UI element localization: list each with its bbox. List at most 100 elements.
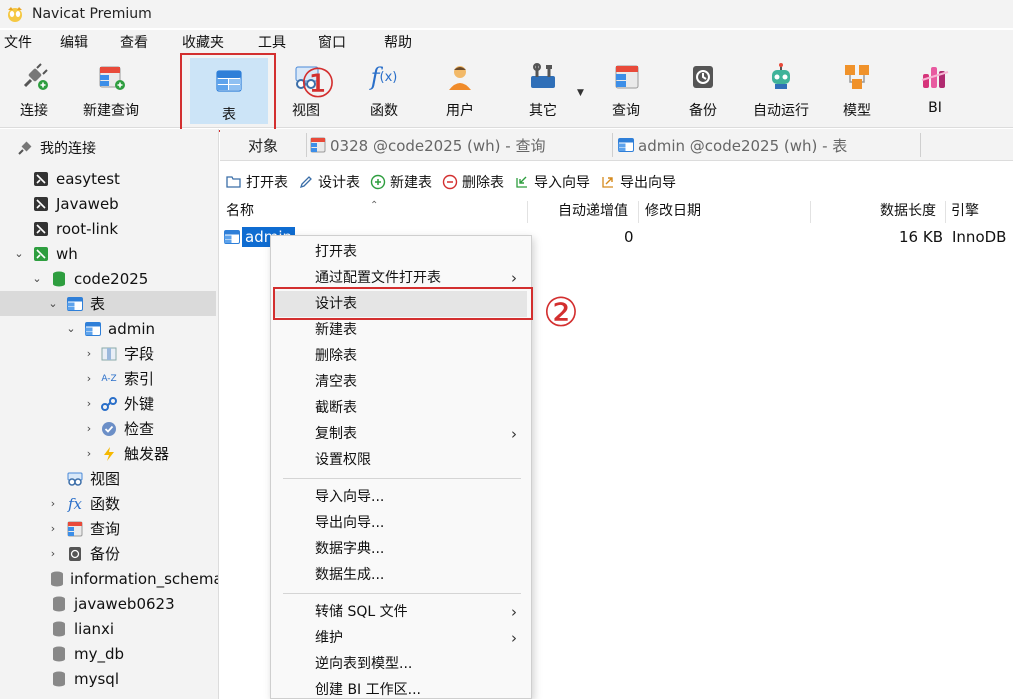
tab-admin-table[interactable]: admin @code2025 (wh) - 表 (618, 129, 847, 161)
tree-item-foreign-keys[interactable]: › 外键 (0, 391, 216, 416)
toolbar-model-button[interactable]: 模型 (840, 60, 874, 122)
tree-item-lianxi[interactable]: lianxi (0, 616, 216, 641)
app-title: Navicat Premium (32, 6, 152, 22)
tree-item-easytest[interactable]: easytest (0, 166, 216, 191)
other-dropdown-caret-icon[interactable]: ▼ (577, 88, 584, 98)
column-divider (527, 201, 528, 223)
tree-item-fields[interactable]: › 字段 (0, 341, 216, 366)
toolbar-backup-button[interactable]: 备份 (686, 60, 720, 122)
tree-item-checks[interactable]: › 检查 (0, 416, 216, 441)
toolbar-function-label: 函数 (370, 103, 398, 119)
menu-open-table[interactable]: 打开表 (275, 239, 527, 265)
tree-item-indexes[interactable]: › A-Z 索引 (0, 366, 216, 391)
plus-circle-icon (370, 174, 386, 190)
column-header-name[interactable]: 名称 (226, 199, 254, 224)
toolbar-autorun-button[interactable]: 自动运行 (750, 60, 812, 122)
menu-data-generation[interactable]: 数据生成... (275, 562, 527, 588)
menu-empty-table[interactable]: 清空表 (275, 369, 527, 395)
menu-duplicate-table[interactable]: 复制表 › (275, 421, 527, 447)
tab-query-0328[interactable]: 0328 @code2025 (wh) - 查询 (310, 129, 546, 161)
tree-header-my-connections[interactable]: 我的连接 (0, 135, 216, 160)
chevron-right-icon[interactable]: › (82, 422, 96, 435)
chevron-down-icon[interactable]: ⌄ (12, 247, 26, 260)
chevron-right-icon[interactable]: › (82, 372, 96, 385)
toolbar-bi-button[interactable]: BI (918, 60, 952, 122)
delete-table-button[interactable]: 删除表 (442, 172, 504, 192)
menu-new-table[interactable]: 新建表 (275, 317, 527, 343)
tree-item-wh[interactable]: ⌄ wh (0, 241, 216, 266)
chevron-right-icon[interactable]: › (82, 397, 96, 410)
tree-item-queries[interactable]: › 查询 (0, 516, 216, 541)
toolbar-connect-label: 连接 (20, 103, 48, 119)
menu-dump-sql-file[interactable]: 转储 SQL 文件 › (275, 599, 527, 625)
tree-item-admin[interactable]: ⌄ admin (0, 316, 216, 341)
open-table-label: 打开表 (246, 175, 288, 191)
database-icon (50, 570, 64, 588)
menu-view[interactable]: 查看 (118, 32, 164, 52)
open-table-button[interactable]: 打开表 (226, 172, 288, 192)
tree-item-backups[interactable]: › 备份 (0, 541, 216, 566)
chevron-right-icon[interactable]: › (82, 347, 96, 360)
column-header-modified-date[interactable]: 修改日期 (645, 199, 701, 224)
import-wizard-button[interactable]: 导入向导 (514, 172, 590, 192)
toolbar-user-button[interactable]: 用户 (443, 60, 477, 122)
toolbar-user-label: 用户 (446, 103, 474, 119)
tree-item-label: javaweb0623 (74, 594, 175, 613)
chevron-down-icon[interactable]: ⌄ (46, 297, 60, 310)
chevron-right-icon[interactable]: › (46, 547, 60, 560)
menu-item-label: 设置权限 (315, 452, 371, 468)
design-table-button[interactable]: 设计表 (298, 172, 360, 192)
query-icon (66, 520, 84, 538)
export-wizard-label: 导出向导 (620, 175, 676, 191)
menu-create-bi-workspace[interactable]: 创建 BI 工作区... (275, 677, 527, 699)
tree-item-tables[interactable]: ⌄ 表 (0, 291, 216, 316)
tree-item-mysql[interactable]: mysql (0, 666, 216, 691)
menu-tools[interactable]: 工具 (256, 32, 302, 52)
column-header-engine[interactable]: 引擎 (951, 199, 979, 224)
toolbar-other-button[interactable]: 其它 (526, 60, 560, 122)
fields-icon (100, 345, 118, 363)
menu-favorites[interactable]: 收藏夹 (180, 32, 240, 52)
tree-item-functions[interactable]: › fx 函数 (0, 491, 216, 516)
tree-item-triggers[interactable]: › 触发器 (0, 441, 216, 466)
toolbar-query-button[interactable]: 查询 (609, 60, 643, 122)
connection-active-icon (32, 245, 50, 263)
chevron-right-icon[interactable]: › (46, 497, 60, 510)
menu-delete-table[interactable]: 删除表 (275, 343, 527, 369)
chevron-down-icon[interactable]: ⌄ (64, 322, 78, 335)
menu-import-wizard[interactable]: 导入向导... (275, 484, 527, 510)
tree-item-root-link[interactable]: root-link (0, 216, 216, 241)
toolbar-connect-button[interactable]: 连接 (12, 60, 56, 122)
chevron-down-icon[interactable]: ⌄ (30, 272, 44, 285)
toolbar-new-query-button[interactable]: 新建查询 (78, 60, 144, 122)
menu-help[interactable]: 帮助 (382, 32, 428, 52)
menu-edit[interactable]: 编辑 (58, 32, 104, 52)
tree-item-javaweb[interactable]: Javaweb (0, 191, 216, 216)
menu-export-wizard[interactable]: 导出向导... (275, 510, 527, 536)
menu-item-label: 创建 BI 工作区... (315, 682, 421, 698)
export-wizard-button[interactable]: 导出向导 (600, 172, 676, 192)
menu-window[interactable]: 窗口 (316, 32, 362, 52)
tree-item-information-schema[interactable]: information_schema (0, 566, 218, 591)
new-table-button[interactable]: 新建表 (370, 172, 432, 192)
tab-objects[interactable]: 对象 (248, 129, 278, 161)
menu-file[interactable]: 文件 (2, 32, 48, 52)
menu-reverse-to-model[interactable]: 逆向表到模型... (275, 651, 527, 677)
chevron-right-icon[interactable]: › (46, 522, 60, 535)
tree-item-my-db[interactable]: my_db (0, 641, 216, 666)
tree-item-javaweb0623[interactable]: javaweb0623 (0, 591, 216, 616)
toolbar-function-button[interactable]: f (x) 函数 (364, 60, 404, 122)
column-header-auto-increment[interactable]: 自动递增值 (558, 199, 628, 224)
tree-item-code2025[interactable]: ⌄ code2025 (0, 266, 216, 291)
auto-increment-cell: 0 (624, 228, 634, 246)
menu-maintain[interactable]: 维护 › (275, 625, 527, 651)
menu-data-dictionary[interactable]: 数据字典... (275, 536, 527, 562)
column-header-data-length[interactable]: 数据长度 (880, 199, 936, 224)
menu-truncate-table[interactable]: 截断表 (275, 395, 527, 421)
annotation-box-2 (273, 287, 533, 320)
chevron-right-icon[interactable]: › (82, 447, 96, 460)
tree-item-views[interactable]: 视图 (0, 466, 216, 491)
menu-set-permissions[interactable]: 设置权限 (275, 447, 527, 473)
tree-item-label: 索引 (124, 370, 155, 388)
menu-item-label: 打开表 (315, 244, 357, 260)
